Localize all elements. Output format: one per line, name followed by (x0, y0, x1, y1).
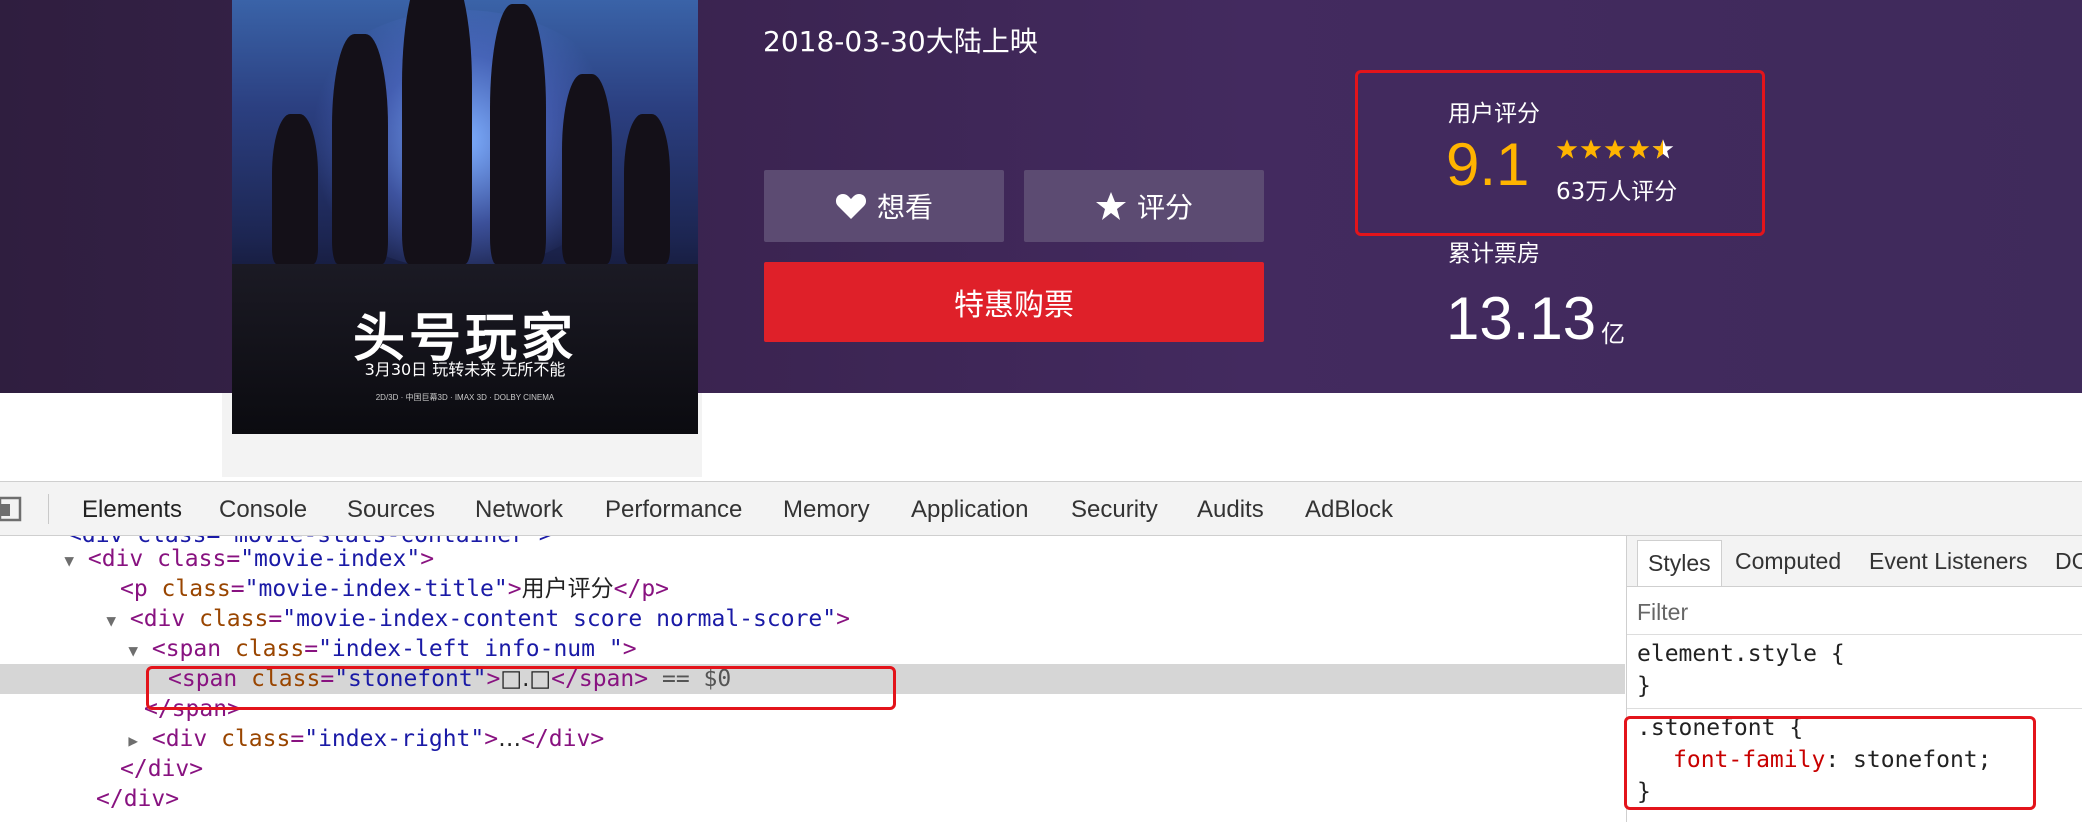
dom-ellipsis: … (498, 726, 522, 752)
poster-figure (562, 74, 612, 264)
tab-elements[interactable]: Elements (82, 482, 182, 537)
poster-figure (332, 34, 388, 264)
toolbar-divider (48, 494, 49, 524)
buy-ticket-button[interactable]: 特惠购票 (764, 262, 1264, 342)
expand-triangle-icon[interactable]: ▼ (0, 546, 74, 576)
tab-performance[interactable]: Performance (605, 482, 742, 537)
movie-poster[interactable]: 头号玩家 3月30日 玩转未来 无所不能 2D/3D · 中国巨幕3D · IM… (232, 0, 698, 434)
buy-ticket-label: 特惠购票 (954, 288, 1074, 323)
dom-tag: <div class= (87, 546, 241, 572)
poster-figure (490, 4, 546, 264)
tab-security[interactable]: Security (1071, 482, 1158, 537)
dom-line-index-right[interactable]: ▶ <div class="index-right">…</div> (0, 724, 1625, 754)
devtools-toolbar: Elements Console Sources Network Perform… (0, 481, 2082, 536)
poster-tagline: 3月30日 玩转未来 无所不能 (364, 360, 566, 379)
dom-line-div-close[interactable]: </div> (120, 754, 1625, 784)
expand-triangle-icon[interactable]: ▼ (0, 606, 116, 636)
release-info: 2018-03-30大陆上映 (763, 25, 1038, 58)
tab-computed[interactable]: Computed (1735, 536, 1841, 586)
dom-attr-value: "movie-index-content score normal-score" (282, 606, 837, 632)
poster-figure (272, 114, 318, 264)
styles-filter-input[interactable]: Filter (1637, 592, 1688, 632)
dom-line-div-close[interactable]: </div> (96, 784, 1625, 814)
poster-figure (624, 114, 670, 264)
box-office-unit: 亿 (1601, 320, 1625, 348)
want-to-see-label: 想看 (876, 191, 933, 224)
tab-event-listeners[interactable]: Event Listeners (1869, 536, 2028, 586)
box-office-label: 累计票房 (1448, 241, 1540, 267)
box-office-value: 13.13 (1446, 285, 1597, 352)
dom-line-index-left[interactable]: ▼ <span class="index-left info-num "> (0, 634, 1625, 664)
dom-line-movie-index[interactable]: ▼ <div class="movie-index"> (0, 544, 1625, 574)
device-toggle-icon[interactable] (0, 494, 24, 524)
highlight-box-stonefont-span (146, 666, 896, 710)
element-style-close: } (1637, 673, 1651, 699)
collapse-triangle-icon[interactable]: ▶ (0, 726, 138, 756)
rate-button[interactable]: 评分 (1024, 170, 1264, 242)
tab-application[interactable]: Application (911, 482, 1028, 537)
dom-line-title[interactable]: <p class="movie-index-title">用户评分</p> (120, 574, 1625, 604)
tab-adblock[interactable]: AdBlock (1305, 482, 1393, 537)
expand-triangle-icon[interactable]: ▼ (0, 636, 138, 666)
want-to-see-button[interactable]: 想看 (764, 170, 1004, 242)
dom-attr-value: "movie-index" (240, 546, 421, 572)
poster-figure (402, 0, 472, 264)
tab-styles[interactable]: Styles (1637, 540, 1722, 586)
poster-formats: 2D/3D · 中国巨幕3D · IMAX 3D · DOLBY CINEMA (375, 393, 555, 402)
highlight-box-rating (1355, 70, 1765, 236)
star-icon (1095, 192, 1126, 220)
element-style-selector[interactable]: element.style { (1637, 638, 1845, 670)
dom-tag: </div> (120, 756, 204, 782)
dom-attr-value: "index-right" (304, 726, 485, 752)
tab-console[interactable]: Console (219, 482, 307, 537)
tab-audits[interactable]: Audits (1197, 482, 1264, 537)
dom-line-index-content[interactable]: ▼ <div class="movie-index-content score … (0, 604, 1625, 634)
tab-sources[interactable]: Sources (347, 482, 435, 537)
styles-tabs: Styles Computed Event Listeners DC (1627, 536, 2082, 587)
dom-text: 用户评分 (521, 576, 614, 602)
dom-tag: </div> (96, 786, 180, 812)
dom-attr-value: "index-left info-num " (318, 636, 623, 662)
styles-divider (1627, 634, 2082, 635)
tab-dom-breakpoints[interactable]: DC (2055, 536, 2082, 586)
dom-attr-value: "movie-index-title" (244, 576, 508, 602)
styles-divider (1627, 708, 2082, 709)
rate-label: 评分 (1136, 191, 1193, 224)
heart-icon (835, 194, 867, 219)
tab-memory[interactable]: Memory (783, 482, 870, 537)
tab-network[interactable]: Network (475, 482, 563, 537)
highlight-box-stonefont-css (1624, 716, 2036, 810)
